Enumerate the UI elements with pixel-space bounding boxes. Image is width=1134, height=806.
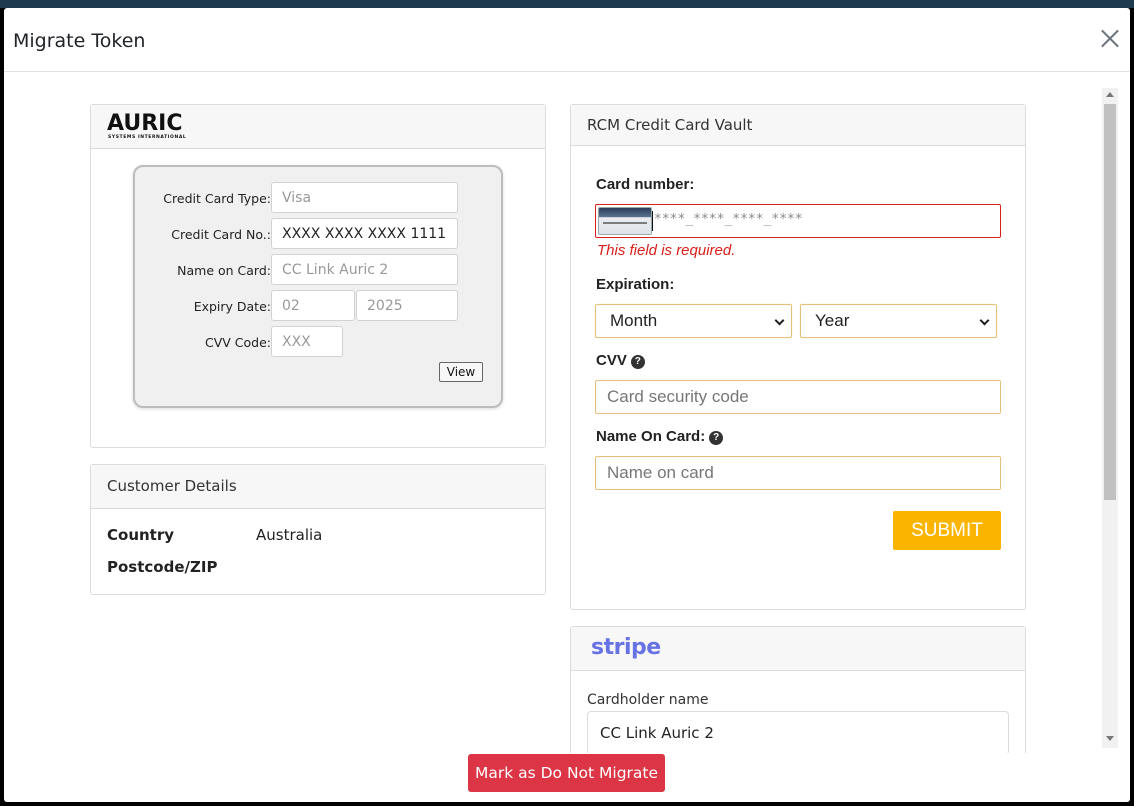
name-on-card-label: Name On Card:?	[596, 428, 724, 445]
do-not-migrate-button[interactable]: Mark as Do Not Migrate	[468, 754, 665, 792]
name-on-card-input[interactable]: Name on card	[595, 456, 1001, 490]
card-number-input[interactable]: ****_****_****_****	[595, 204, 1001, 238]
year-select[interactable]: Year	[800, 304, 997, 338]
cardholder-name-input[interactable]: CC Link Auric 2	[587, 711, 1009, 753]
window-top-strip	[0, 0, 1134, 8]
expiration-label: Expiration:	[596, 276, 675, 293]
text-caret	[652, 211, 653, 231]
scroll-down-icon[interactable]	[1106, 736, 1114, 741]
stripe-logo: stripe	[591, 635, 661, 660]
card-number-mask: ****_****_****_****	[654, 212, 803, 227]
view-button[interactable]: View	[439, 362, 483, 382]
modal-body: AURIC SYSTEMS INTERNATIONAL Credit Card …	[4, 73, 1130, 753]
submit-button[interactable]: SUBMIT	[893, 511, 1001, 550]
cvv-label: CVV?	[596, 352, 645, 369]
card-no-row: Credit Card No.: XXXX XXXX XXXX 1111	[135, 218, 505, 250]
credit-card-icon	[598, 207, 652, 235]
auric-logo-text: AURIC	[107, 111, 183, 136]
cvv-label-text: CVV	[596, 352, 627, 369]
auric-card-details-panel: Credit Card Type: Visa Credit Card No.: …	[133, 165, 503, 408]
cvv-label: CVV Code:	[204, 335, 271, 350]
chevron-down-icon	[979, 315, 990, 326]
cardholder-name-label: Cardholder name	[587, 692, 709, 708]
expiry-month-field: 02	[271, 290, 355, 321]
modal-title: Migrate Token	[13, 30, 146, 52]
country-value: Australia	[256, 526, 323, 544]
country-label: Country	[107, 526, 175, 544]
card-no-field: XXXX XXXX XXXX 1111	[271, 218, 458, 249]
expiry-year-field: 2025	[356, 290, 458, 321]
auric-logo-subtext: SYSTEMS INTERNATIONAL	[108, 135, 187, 140]
stripe-card-header: stripe	[571, 627, 1025, 671]
expiry-row: Expiry Date: 02 2025	[135, 290, 505, 322]
auric-card-header: AURIC SYSTEMS INTERNATIONAL	[91, 105, 545, 149]
help-icon[interactable]: ?	[630, 355, 645, 369]
name-on-card-label: Name on Card:	[177, 263, 271, 278]
modal-header: Migrate Token	[4, 8, 1130, 72]
year-select-value: Year	[815, 311, 850, 330]
card-type-label: Credit Card Type:	[163, 191, 271, 206]
scroll-up-icon[interactable]	[1106, 92, 1114, 97]
rcm-vault-title: RCM Credit Card Vault	[571, 105, 1025, 146]
chevron-down-icon	[774, 315, 785, 326]
postcode-label: Postcode/ZIP	[107, 558, 218, 576]
rcm-vault-card: RCM Credit Card Vault Card number: ****_…	[570, 104, 1026, 610]
card-no-label: Credit Card No.:	[171, 227, 271, 242]
stripe-card: stripe Cardholder name CC Link Auric 2	[570, 626, 1026, 753]
card-number-label: Card number:	[596, 176, 695, 193]
month-select-value: Month	[610, 311, 658, 330]
card-type-row: Credit Card Type: Visa	[135, 182, 505, 214]
close-icon[interactable]	[1100, 28, 1120, 48]
help-icon[interactable]: ?	[709, 431, 724, 445]
auric-card: AURIC SYSTEMS INTERNATIONAL Credit Card …	[90, 104, 546, 448]
month-select[interactable]: Month	[595, 304, 792, 338]
cvv-row: CVV Code: XXX	[135, 326, 505, 358]
customer-details-title: Customer Details	[91, 465, 545, 509]
cvv-field: XXX	[271, 326, 343, 357]
cvv-input[interactable]: Card security code	[595, 380, 1001, 414]
name-on-card-label-text: Name On Card:	[596, 428, 706, 445]
card-type-field: Visa	[271, 182, 458, 213]
name-on-card-field: CC Link Auric 2	[271, 254, 458, 285]
auric-logo: AURIC SYSTEMS INTERNATIONAL	[107, 111, 199, 141]
expiry-label: Expiry Date:	[193, 299, 271, 314]
scrollbar-thumb[interactable]	[1104, 104, 1116, 500]
migrate-token-modal: Migrate Token AURIC SYSTEMS INTERNATIONA…	[4, 8, 1130, 802]
name-on-card-row: Name on Card: CC Link Auric 2	[135, 254, 505, 286]
customer-details-card: Customer Details Country Australia Postc…	[90, 464, 546, 595]
card-number-error: This field is required.	[597, 242, 736, 259]
